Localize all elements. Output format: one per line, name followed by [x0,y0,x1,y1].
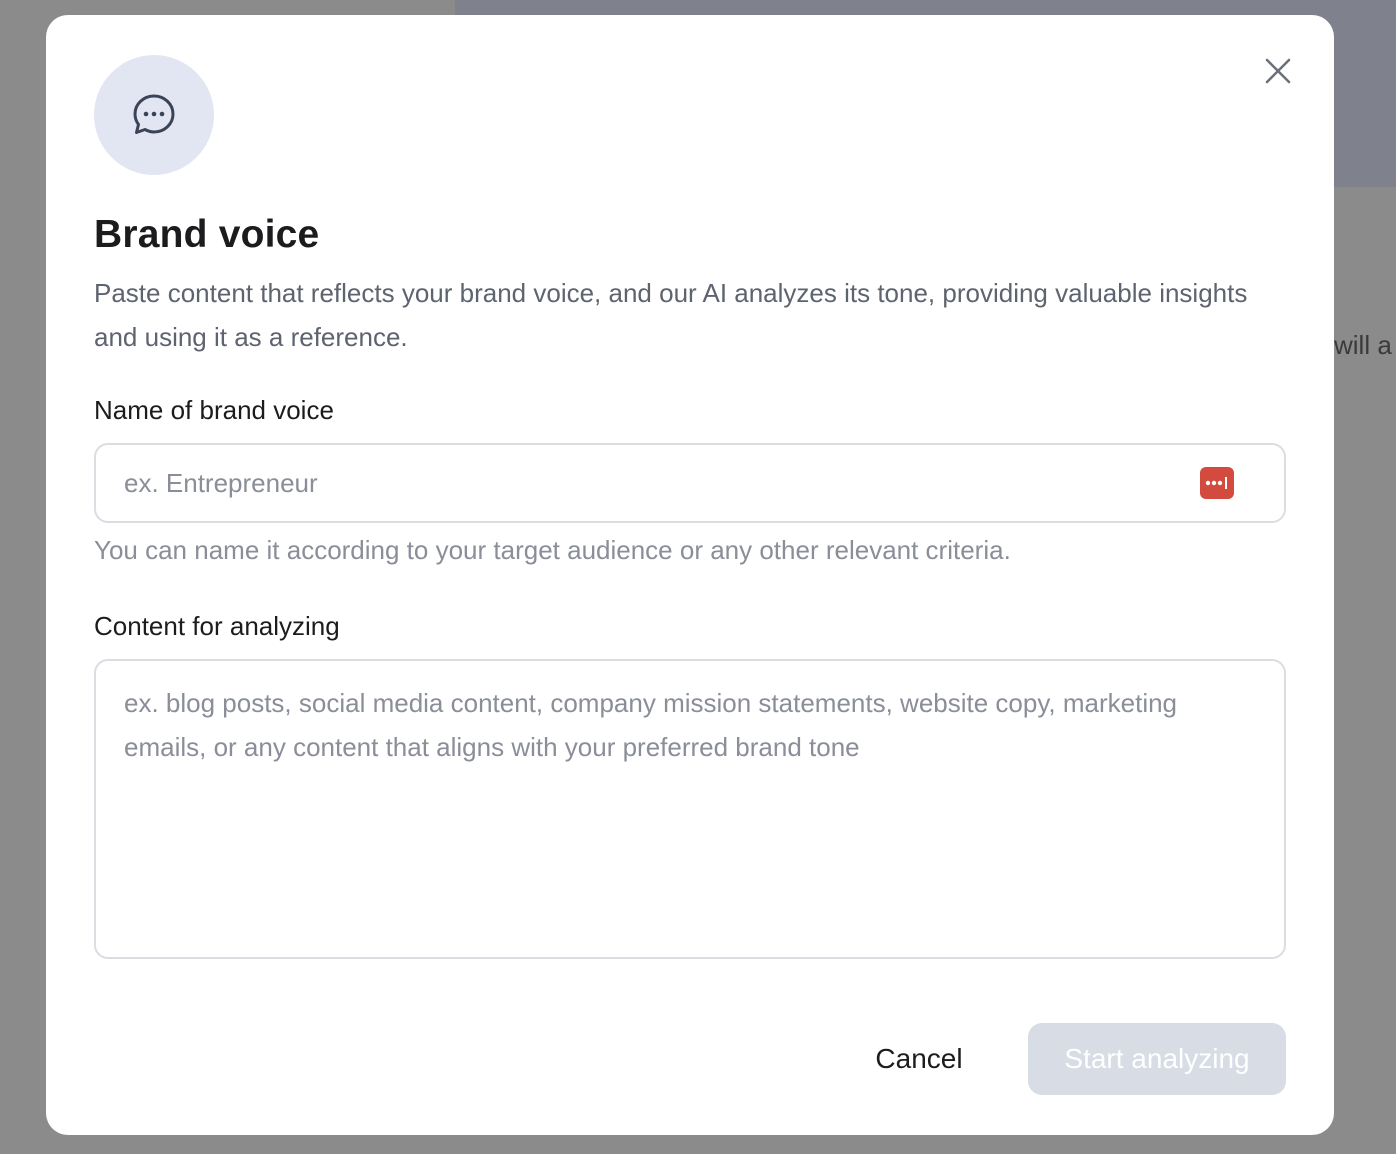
modal-title: Brand voice [94,213,320,256]
modal-description: Paste content that reflects your brand v… [94,278,1248,352]
brand-voice-modal: Brand voice Paste content that reflects … [46,15,1334,1135]
cancel-button[interactable]: Cancel [852,1023,986,1095]
chat-bubble-icon [133,94,175,134]
name-field-label: Name of brand voice [94,395,334,425]
brand-voice-name-input[interactable] [96,445,1284,521]
close-icon [1265,58,1291,84]
background-text: will a [1334,330,1392,360]
content-field-label: Content for analyzing [94,611,340,641]
password-dots-icon [1205,477,1227,489]
content-field-container [94,659,1286,959]
start-analyzing-button[interactable]: Start analyzing [1028,1023,1286,1095]
name-field-container [94,443,1286,523]
close-button[interactable] [1260,53,1296,89]
name-field-hint: You can name it according to your target… [94,535,1011,565]
content-textarea[interactable] [96,661,1284,957]
chat-bubble-icon-badge [94,55,214,175]
password-manager-icon[interactable] [1200,467,1234,499]
